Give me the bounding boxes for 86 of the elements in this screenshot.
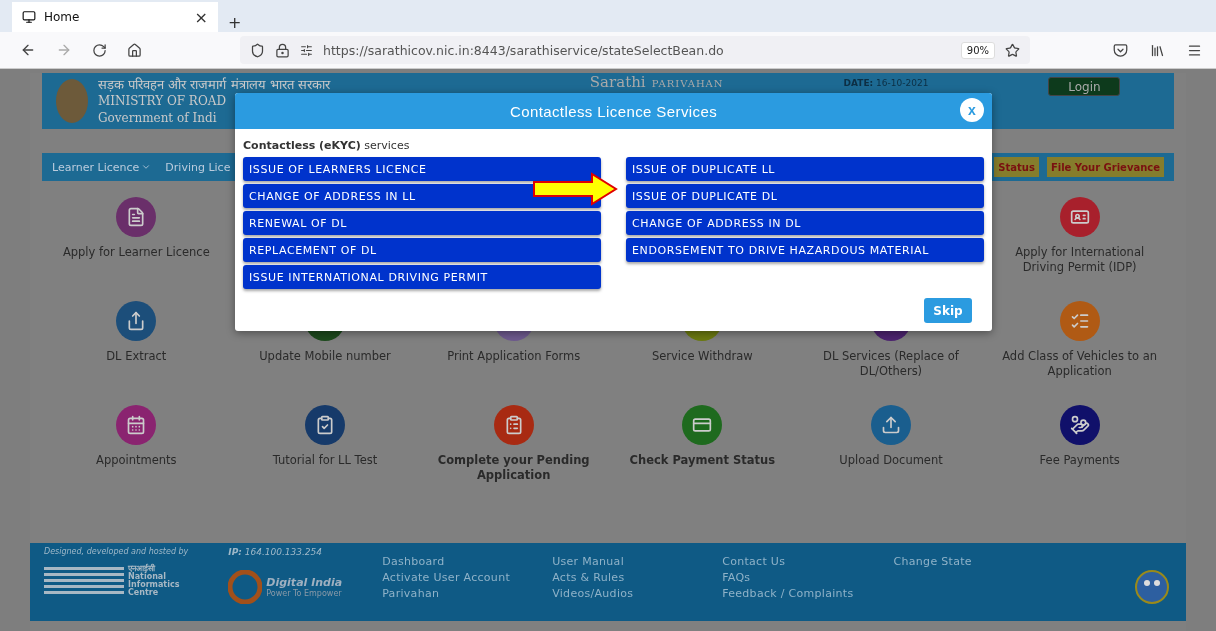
service-label[interactable]: Update Mobile number — [259, 349, 391, 364]
service-icon[interactable] — [116, 197, 157, 237]
service-icon[interactable] — [682, 405, 723, 445]
footer-link[interactable]: Contact Us — [722, 555, 854, 568]
service-button[interactable]: ISSUE OF DUPLICATE DL — [626, 184, 984, 208]
digital-india-text: Digital India — [266, 576, 343, 589]
digital-india-tagline: Power To Empower — [266, 589, 343, 598]
nic-logo-text: एनआईसी — [128, 565, 156, 573]
footer-link[interactable]: Acts & Rules — [552, 571, 683, 584]
service-label[interactable]: Apply for Learner Licence — [62, 245, 210, 260]
footer-link[interactable]: Videos/Audios — [552, 587, 683, 600]
skip-button[interactable]: Skip — [924, 298, 972, 323]
service-button[interactable]: ISSUE OF LEARNERS LICENCE — [243, 157, 601, 181]
tab-close-button[interactable]: × — [194, 7, 208, 27]
close-button[interactable]: x — [960, 98, 984, 122]
date-text: DATE: 16-10-2021 — [843, 78, 929, 88]
emblem-icon — [56, 79, 88, 123]
footer-link[interactable]: Activate User Account — [382, 571, 513, 584]
service-icon[interactable] — [1059, 405, 1100, 445]
footer-link[interactable]: User Manual — [552, 555, 683, 568]
logo-word: Sarathi — [589, 74, 646, 91]
footer-link[interactable]: FAQs — [722, 571, 854, 584]
service-label[interactable]: Add Class of Vehicles to an Application — [994, 349, 1165, 379]
service-icon[interactable] — [493, 405, 534, 445]
nic-logo-icon — [44, 567, 124, 595]
service-button[interactable]: RENEWAL OF DL — [243, 211, 601, 235]
zoom-level[interactable]: 90% — [960, 41, 995, 59]
pocket-icon[interactable] — [1113, 42, 1128, 58]
arrow-icon — [532, 172, 618, 206]
service-label[interactable]: Print Application Forms — [447, 349, 581, 364]
new-tab-button[interactable]: + — [228, 13, 242, 32]
nav-button[interactable]: Status — [994, 157, 1039, 177]
service-icon[interactable] — [116, 405, 157, 445]
caret-icon — [141, 162, 152, 172]
address-bar[interactable]: https://sarathicov.nic.in:8443/sarathiservice/stateSelectBean.do 90% — [240, 36, 1030, 64]
service-label[interactable]: DL Extract — [106, 349, 167, 364]
nic-logo-text: Centre — [128, 589, 159, 597]
nav-link[interactable]: Learner Licence — [52, 160, 152, 174]
service-label[interactable]: Upload Document — [839, 453, 943, 468]
service-label[interactable]: Service Withdraw — [651, 349, 753, 364]
service-button[interactable]: ISSUE INTERNATIONAL DRIVING PERMIT — [243, 265, 601, 289]
footer-link[interactable]: Dashboard — [382, 555, 513, 568]
service-label[interactable]: Appointments — [96, 453, 177, 468]
hindi-title: सड़क परिवहन और राजमार्ग मंत्रालय भारत सरकार — [98, 75, 330, 93]
menu-icon[interactable] — [1187, 42, 1202, 58]
modal-title: Contactless Licence Services — [509, 102, 718, 120]
nav-link[interactable]: Driving Lice — [165, 160, 231, 174]
service-button[interactable]: REPLACEMENT OF DL — [243, 238, 601, 262]
footer-link[interactable]: Feedback / Complaints — [722, 587, 854, 600]
tab-title: Home — [44, 10, 81, 24]
service-label[interactable]: Tutorial for LL Test — [272, 453, 378, 468]
home-icon[interactable] — [127, 42, 142, 58]
service-button[interactable]: ENDORSEMENT TO DRIVE HAZARDOUS MATERIAL — [626, 238, 984, 262]
shield-icon[interactable] — [250, 42, 265, 58]
logo-subtitle: PARIVAHAN — [651, 77, 724, 91]
service-label[interactable]: Apply for International Driving Permit (IDP) — [994, 245, 1165, 275]
credit-text: Designed, developed and hosted by — [44, 547, 189, 556]
login-button[interactable]: Login — [1048, 77, 1121, 96]
library-icon[interactable] — [1150, 42, 1165, 58]
url-text: https://sarathicov.nic.in:8443/sarathiservice/stateSelectBean.do — [323, 42, 725, 58]
service-icon[interactable] — [305, 405, 345, 445]
service-icon[interactable] — [1059, 197, 1100, 237]
service-button[interactable]: ISSUE OF DUPLICATE LL — [626, 157, 984, 181]
permissions-icon[interactable] — [300, 43, 313, 57]
service-icon[interactable] — [116, 301, 157, 341]
back-icon[interactable] — [20, 42, 36, 58]
nic-logo-text: Informatics — [128, 581, 180, 589]
nic-logo-text: National — [128, 573, 166, 581]
service-label[interactable]: DL Services (Replace of DL/Others) — [806, 349, 976, 379]
service-button[interactable]: CHANGE OF ADDRESS IN DL — [626, 211, 984, 235]
site-icon — [22, 10, 36, 24]
reload-icon[interactable] — [92, 42, 107, 58]
nav-button[interactable]: File Your Grievance — [1046, 157, 1164, 177]
service-label[interactable]: Check Payment Status — [629, 453, 776, 468]
service-label[interactable]: Complete your Pending Application — [428, 453, 599, 483]
section-heading: Contactless (eKYC) services — [243, 139, 411, 152]
lock-icon[interactable] — [275, 42, 290, 58]
footer-link[interactable]: Parivahan — [382, 587, 513, 600]
footer-link[interactable]: Change State — [893, 555, 1024, 568]
government-title: Government of Indi — [98, 109, 218, 127]
digital-india-logo-icon — [228, 570, 263, 604]
browser-tab[interactable]: Home × — [12, 2, 218, 32]
ministry-title: MINISTRY OF ROAD — [98, 92, 228, 110]
star-icon[interactable] — [1005, 42, 1020, 58]
ip-text: IP: 164.100.133.254 — [228, 547, 324, 557]
service-label[interactable]: Fee Payments — [1039, 453, 1120, 468]
